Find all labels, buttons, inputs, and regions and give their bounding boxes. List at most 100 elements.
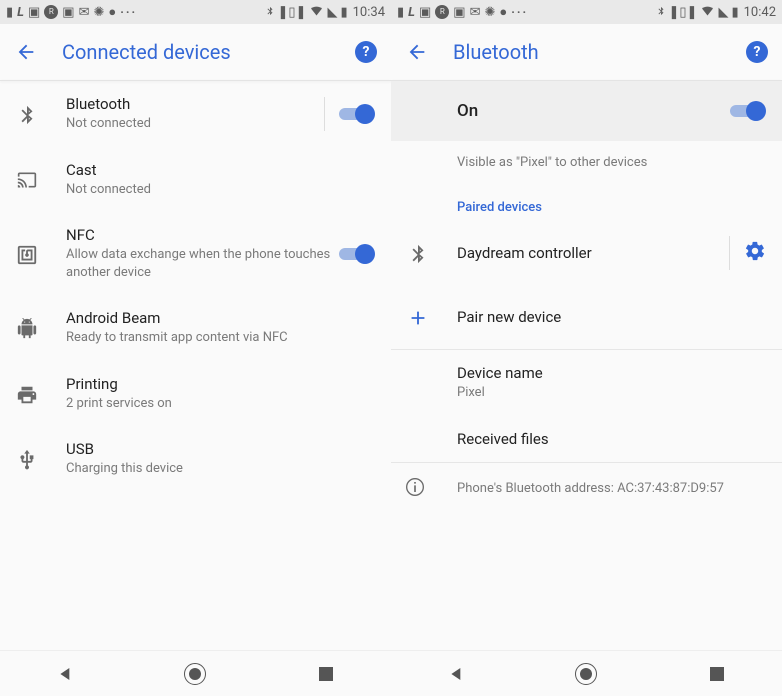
nav-recent-button[interactable] (296, 654, 356, 694)
app-square2-icon: ▣ (453, 6, 465, 19)
item-title: USB (66, 440, 375, 458)
item-title: NFC (66, 226, 331, 244)
paired-device-daydream[interactable]: Daydream controller (391, 221, 782, 285)
arrow-back-icon (15, 41, 37, 63)
nfc-icon (16, 244, 38, 266)
device-name-title: Device name (457, 364, 766, 382)
device-settings-button[interactable] (744, 240, 766, 266)
rave-icon: R (44, 5, 58, 19)
help-button[interactable]: ? (355, 41, 377, 63)
nfc-toggle[interactable] (339, 244, 375, 264)
item-sub: Ready to transmit app content via NFC (66, 329, 375, 347)
rave-icon: R (435, 5, 449, 19)
triangle-back-icon (448, 666, 464, 682)
more-notifications-icon: ··· (511, 5, 528, 19)
screen-bluetooth: ▮ L ▣ R ▣ ✉ ✺ ● ··· ❚▯❚ ◣ ▮ 10:42 Bluet (391, 0, 782, 696)
signal-icon: ◣ (327, 6, 337, 19)
pair-new-label: Pair new device (457, 308, 766, 326)
nav-back-button[interactable] (35, 654, 95, 694)
navigation-bar (0, 650, 391, 696)
bluetooth-address-row: Phone's Bluetooth address: AC:37:43:87:D… (391, 463, 782, 515)
dot-icon: ● (499, 6, 507, 19)
item-sub: 2 print services on (66, 395, 375, 413)
header: Bluetooth ? (391, 24, 782, 80)
status-bar: ▮ L ▣ R ▣ ✉ ✺ ● ··· ❚▯❚ ◣ ▮ 10:34 (0, 0, 391, 24)
item-title: Printing (66, 375, 375, 393)
gmail-icon: ✉ (470, 6, 481, 19)
nav-home-button[interactable] (165, 654, 225, 694)
item-received-files[interactable]: Received files (391, 416, 782, 462)
item-device-name[interactable]: Device name Pixel (391, 350, 782, 416)
item-sub: Allow data exchange when the phone touch… (66, 246, 331, 281)
nav-recent-button[interactable] (687, 654, 747, 694)
battery-small-icon: ▮ (397, 6, 404, 19)
wifi-icon (309, 5, 324, 20)
item-title: Cast (66, 161, 375, 179)
bluetooth-address-text: Phone's Bluetooth address: AC:37:43:87:D… (457, 481, 724, 496)
signal-icon: ◣ (718, 6, 728, 19)
status-time: 10:34 (353, 5, 385, 20)
print-icon (16, 384, 38, 406)
bluetooth-toggle[interactable] (339, 104, 375, 124)
plus-icon (407, 307, 429, 329)
usb-icon (16, 449, 38, 471)
navigation-bar (391, 650, 782, 696)
content: Bluetooth Not connected Cast Not connect… (0, 81, 391, 650)
circle-home-icon (575, 663, 597, 685)
item-usb[interactable]: USB Charging this device (0, 426, 391, 492)
item-title: Android Beam (66, 309, 375, 327)
bluetooth-master-toggle[interactable] (730, 101, 766, 121)
received-files-title: Received files (457, 430, 766, 448)
gear-icon (744, 240, 766, 262)
screen-connected-devices: ▮ L ▣ R ▣ ✉ ✺ ● ··· ❚▯❚ ◣ ▮ 10:34 Conne (0, 0, 391, 696)
square-recent-icon (710, 667, 724, 681)
square-recent-icon (319, 667, 333, 681)
device-name-value: Pixel (457, 384, 766, 402)
status-bar: ▮ L ▣ R ▣ ✉ ✺ ● ··· ❚▯❚ ◣ ▮ 10:42 (391, 0, 782, 24)
item-cast[interactable]: Cast Not connected (0, 147, 391, 213)
header: Connected devices ? (0, 24, 391, 80)
more-notifications-icon: ··· (120, 5, 137, 19)
bluetooth-status-icon (265, 4, 275, 21)
help-button[interactable]: ? (746, 41, 768, 63)
pair-new-device[interactable]: Pair new device (391, 285, 782, 349)
app-square2-icon: ▣ (62, 6, 74, 19)
letter-l-icon: L (408, 6, 415, 19)
battery-small-icon: ▮ (6, 6, 13, 19)
bluetooth-status-icon (656, 4, 666, 21)
arrow-back-icon (406, 41, 428, 63)
letter-l-icon: L (17, 6, 24, 19)
dot-icon: ● (108, 6, 116, 19)
item-title: Bluetooth (66, 95, 316, 113)
android-icon (16, 318, 38, 340)
section-paired-devices: Paired devices (391, 184, 782, 221)
battery-icon: ▮ (731, 6, 738, 19)
status-time: 10:42 (744, 5, 776, 20)
brightness-icon: ✺ (484, 6, 495, 19)
vibrate-icon: ❚▯❚ (669, 6, 698, 19)
paired-device-name: Daydream controller (457, 244, 721, 262)
info-icon (405, 477, 425, 497)
page-title: Bluetooth (453, 40, 722, 64)
item-android-beam[interactable]: Android Beam Ready to transmit app conte… (0, 295, 391, 361)
nav-home-button[interactable] (556, 654, 616, 694)
item-printing[interactable]: Printing 2 print services on (0, 361, 391, 427)
item-sub: Not connected (66, 181, 375, 199)
wifi-icon (700, 5, 715, 20)
app-square-icon: ▣ (28, 6, 40, 19)
page-title: Connected devices (62, 40, 331, 64)
battery-icon: ▮ (340, 6, 347, 19)
back-button[interactable] (14, 40, 38, 64)
nav-back-button[interactable] (426, 654, 486, 694)
separator (729, 236, 730, 270)
bluetooth-icon (407, 243, 429, 265)
item-bluetooth[interactable]: Bluetooth Not connected (0, 81, 391, 147)
back-button[interactable] (405, 40, 429, 64)
item-nfc[interactable]: NFC Allow data exchange when the phone t… (0, 212, 391, 295)
bluetooth-icon (16, 104, 38, 126)
visibility-text: Visible as "Pixel" to other devices (391, 141, 782, 184)
vibrate-icon: ❚▯❚ (278, 6, 307, 19)
bluetooth-master-switch-row[interactable]: On (391, 81, 782, 141)
cast-icon (16, 170, 38, 190)
triangle-back-icon (57, 666, 73, 682)
